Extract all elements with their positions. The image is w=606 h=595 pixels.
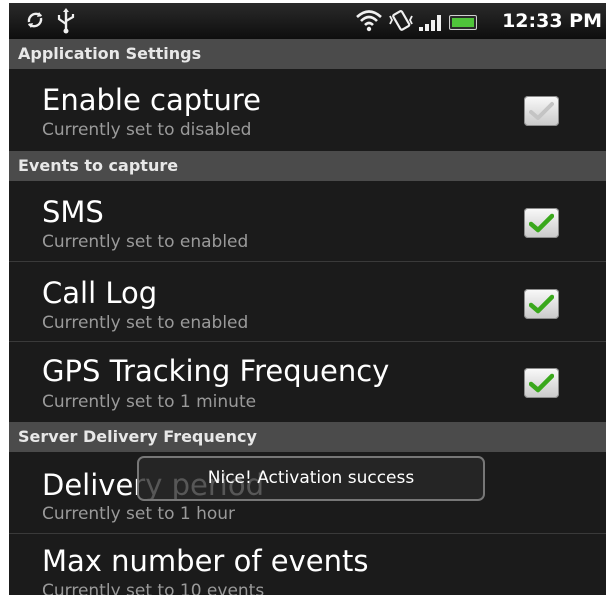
pref-max-events-title: Max number of events	[42, 544, 369, 578]
check-icon	[529, 294, 554, 314]
pref-delivery-period-summary: Currently set to 1 hour	[42, 504, 236, 524]
call-log-checkbox[interactable]	[524, 289, 559, 319]
pref-max-events-summary: Currently set to 10 events	[42, 581, 265, 595]
status-bar: 12:33 PM	[9, 3, 606, 39]
gps-tracking-checkbox[interactable]	[524, 368, 559, 398]
pref-call-log-summary: Currently set to enabled	[42, 313, 249, 333]
pref-gps-tracking-summary: Currently set to 1 minute	[42, 392, 257, 412]
battery-level	[452, 18, 474, 27]
check-icon	[529, 373, 554, 393]
wifi-icon	[355, 8, 383, 39]
check-icon	[529, 213, 554, 233]
battery-icon	[449, 15, 477, 30]
pref-gps-tracking[interactable]: GPS Tracking Frequency Currently set to …	[9, 342, 606, 422]
status-time: 12:33 PM	[502, 10, 602, 32]
toast-message: Nice! Activation success	[137, 456, 485, 501]
sms-checkbox[interactable]	[524, 208, 559, 238]
category-events-to-capture: Events to capture	[9, 151, 606, 181]
check-disabled-icon	[529, 102, 554, 120]
signal-icon	[419, 15, 445, 31]
enable-capture-checkbox[interactable]	[524, 96, 559, 126]
pref-sms-summary: Currently set to enabled	[42, 232, 249, 252]
pref-call-log-title: Call Log	[42, 276, 158, 310]
pref-enable-capture-summary: Currently set to disabled	[42, 120, 252, 140]
pref-gps-tracking-title: GPS Tracking Frequency	[42, 354, 390, 388]
pref-call-log[interactable]: Call Log Currently set to enabled	[9, 262, 606, 342]
vibrate-icon	[387, 8, 415, 39]
pref-enable-capture[interactable]: Enable capture Currently set to disabled	[9, 69, 606, 154]
pref-sms[interactable]: SMS Currently set to enabled	[9, 181, 606, 262]
category-server-delivery-frequency: Server Delivery Frequency	[9, 422, 606, 452]
sync-icon	[23, 8, 47, 39]
pref-sms-title: SMS	[42, 195, 104, 229]
usb-icon	[55, 8, 77, 41]
pref-max-events[interactable]: Max number of events Currently set to 10…	[9, 534, 606, 595]
phone-screen: 12:33 PM Application Settings Enable cap…	[9, 3, 606, 595]
category-application-settings: Application Settings	[9, 39, 606, 69]
pref-enable-capture-title: Enable capture	[42, 83, 262, 117]
